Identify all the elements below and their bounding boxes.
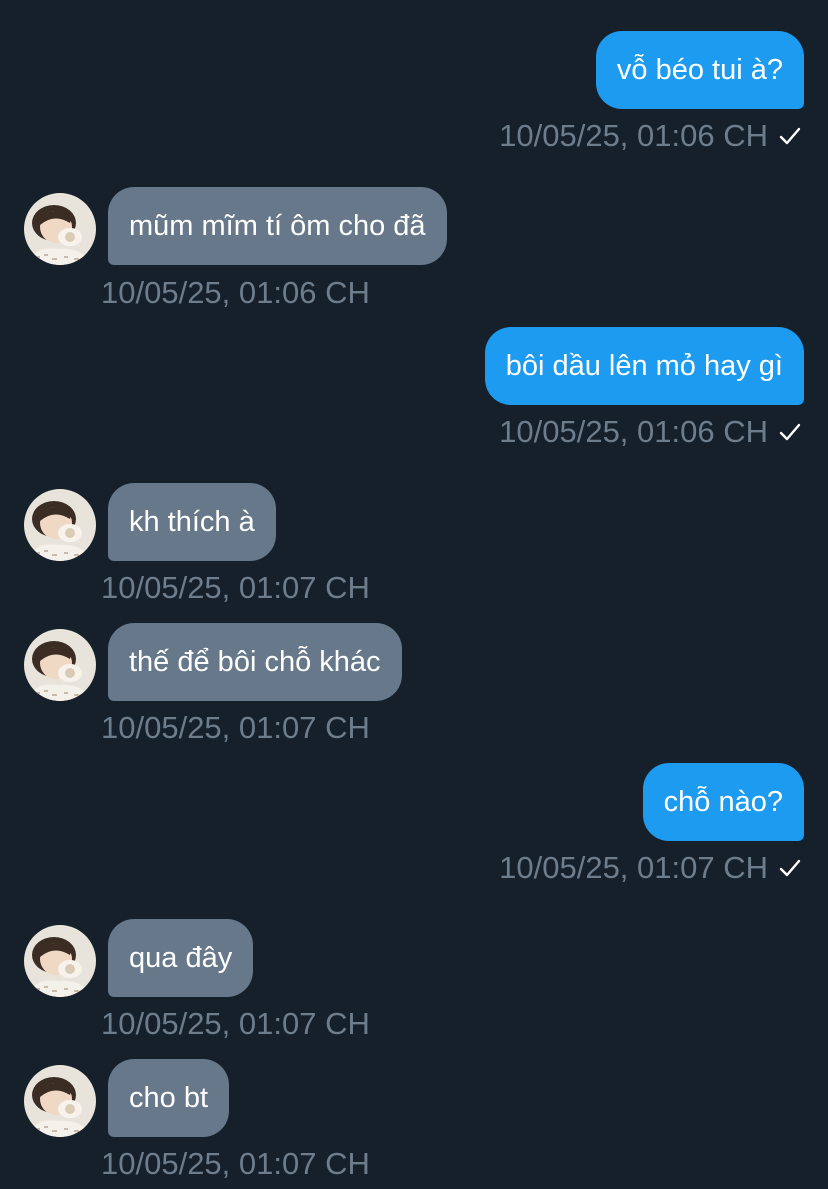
message-bubble[interactable]: cho bt [108,1059,229,1137]
message-timestamp: 10/05/25, 01:07 CH [101,1146,370,1181]
message-received: cho bt 10/05/25, 01:07 CH [0,0,828,1189]
chat-thread: vỗ béo tui à? 10/05/25, 01:06 CH mũm mĩm… [0,0,828,1189]
avatar[interactable] [24,1065,96,1137]
avatar-photo [24,1065,96,1137]
